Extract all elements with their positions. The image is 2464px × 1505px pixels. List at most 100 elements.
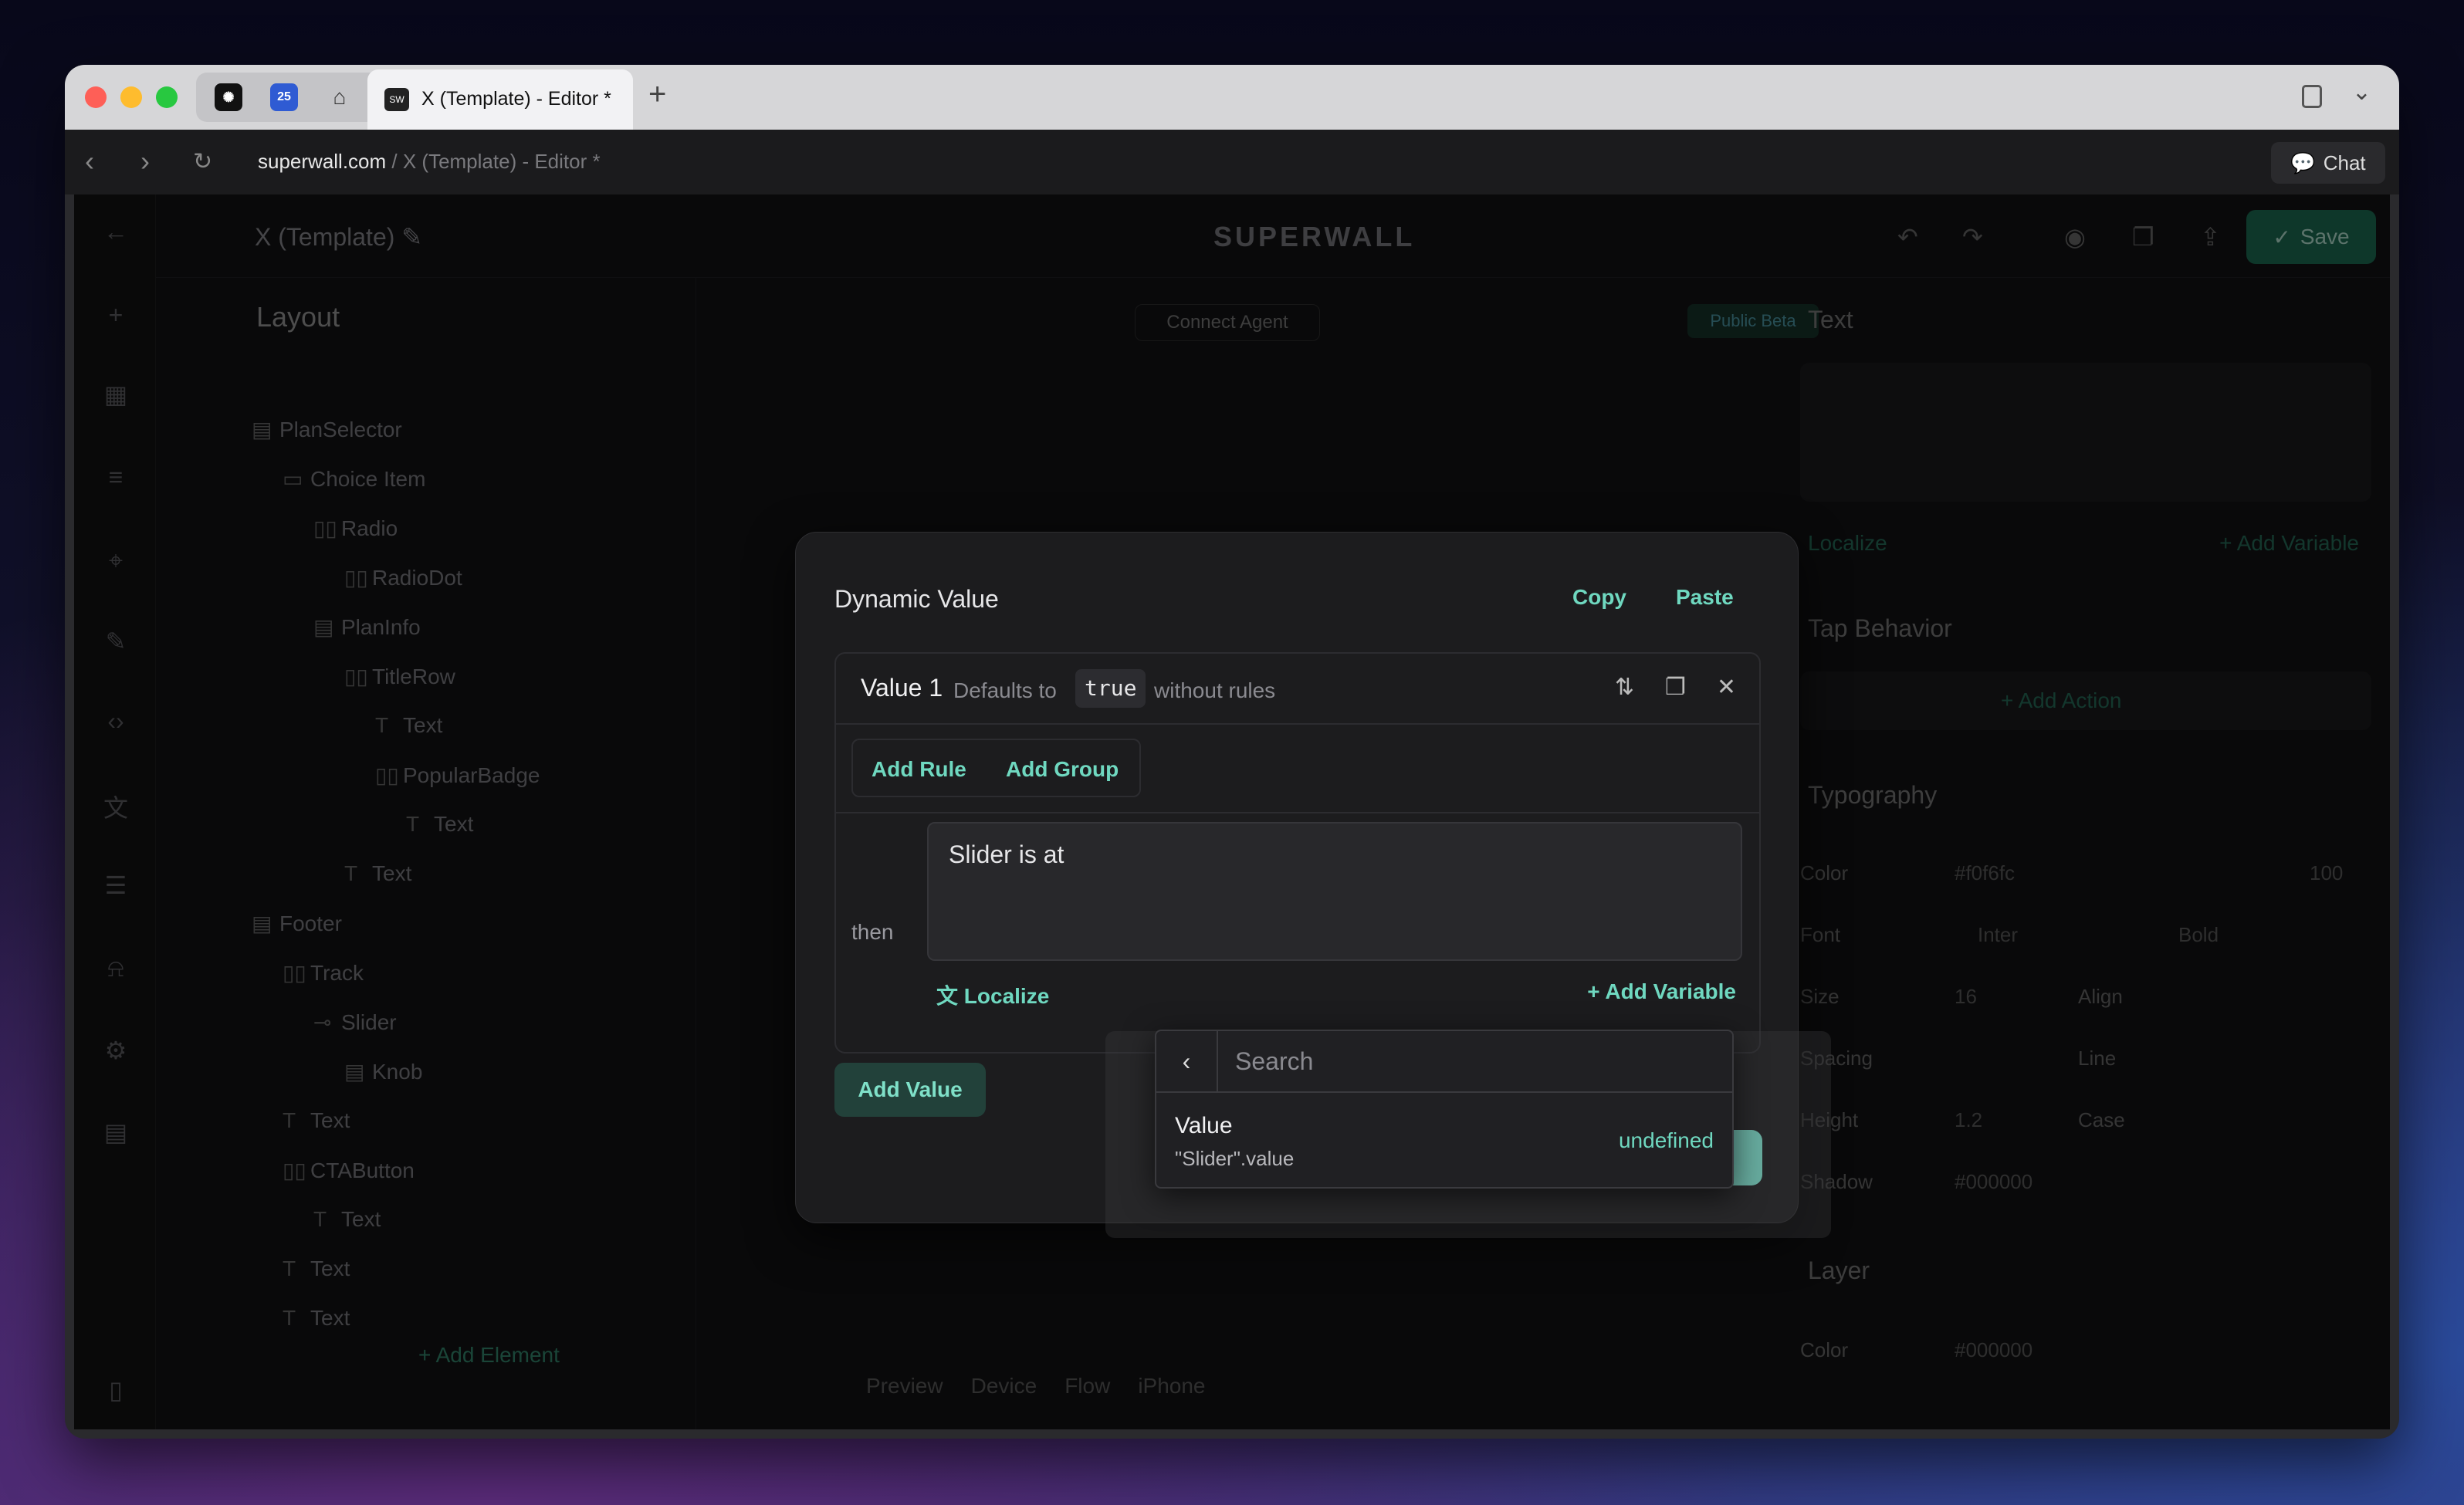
- height-value[interactable]: 1.2: [1955, 1108, 1982, 1132]
- tree-item[interactable]: ▯▯ CTAButton: [283, 1158, 415, 1183]
- new-tab-plus-icon[interactable]: +: [648, 77, 666, 112]
- copy-button[interactable]: Copy: [1572, 585, 1626, 610]
- code-icon[interactable]: ‹›: [102, 707, 130, 735]
- tree-item[interactable]: T Text: [313, 1207, 381, 1232]
- add-icon[interactable]: +: [102, 301, 130, 329]
- url-path: / X (Template) - Editor *: [386, 150, 601, 173]
- device-tab[interactable]: Device: [971, 1374, 1037, 1398]
- reorder-icon[interactable]: ⇅: [1615, 674, 1634, 701]
- checklist-icon[interactable]: ☰: [102, 871, 130, 899]
- add-element-button[interactable]: + Add Element: [418, 1343, 560, 1368]
- chat-bubble-icon: 💬: [2290, 150, 2316, 174]
- back-arrow-icon[interactable]: ‹: [85, 145, 94, 178]
- defaults-to-label: Defaults to: [953, 678, 1057, 702]
- preview-tab[interactable]: Preview: [866, 1374, 943, 1398]
- text-content-box[interactable]: [1800, 363, 2371, 502]
- variable-type: undefined: [1618, 1128, 1714, 1152]
- choice-icon: ▭: [283, 467, 303, 491]
- tree-item[interactable]: T Text: [283, 1108, 350, 1133]
- add-group-button[interactable]: Add Group: [1006, 757, 1119, 782]
- tree-item[interactable]: ▭ Choice Item: [283, 466, 425, 492]
- font-weight[interactable]: Bold: [2178, 923, 2219, 947]
- device-select[interactable]: iPhone: [1138, 1374, 1205, 1398]
- add-value-button[interactable]: Add Value: [834, 1063, 986, 1117]
- tree-item[interactable]: T Text: [344, 861, 411, 886]
- tree-item[interactable]: ⊸ Slider: [313, 1010, 397, 1035]
- redo-icon[interactable]: ↷: [1962, 222, 1983, 252]
- pencil-icon[interactable]: ✎: [401, 223, 422, 251]
- tab-overview-icon[interactable]: [2302, 85, 2322, 108]
- then-value-textarea[interactable]: Slider is at: [927, 822, 1742, 961]
- table-icon[interactable]: ▤: [102, 1118, 130, 1146]
- close-icon[interactable]: ✕: [1717, 674, 1736, 701]
- tree-item[interactable]: ▯▯ Track: [283, 960, 364, 986]
- project-title[interactable]: X (Template) ✎: [255, 222, 422, 252]
- tree-item[interactable]: ▤ Knob: [344, 1059, 422, 1084]
- tree-item[interactable]: ▤ PlanSelector: [252, 417, 402, 442]
- tree-item-label: Text: [310, 1256, 350, 1280]
- size-value[interactable]: 16: [1955, 985, 1977, 1009]
- tree-item[interactable]: T Text: [283, 1306, 350, 1331]
- pinned-tab-calendar-icon[interactable]: 25: [270, 83, 298, 111]
- tree-item[interactable]: ▯▯ PopularBadge: [375, 763, 540, 788]
- maximize-window-button[interactable]: [156, 86, 178, 108]
- back-arrow-icon[interactable]: ←: [102, 218, 130, 245]
- tree-item[interactable]: T Text: [283, 1256, 350, 1281]
- add-variable-button[interactable]: + Add Variable: [1587, 979, 1736, 1004]
- share-icon[interactable]: ⇪: [2200, 222, 2221, 252]
- chevron-left-icon[interactable]: ‹: [1156, 1031, 1218, 1093]
- connect-agent-button[interactable]: Connect Agent: [1135, 304, 1320, 341]
- paste-button[interactable]: Paste: [1676, 585, 1734, 610]
- color-opacity[interactable]: 100: [2310, 861, 2343, 885]
- pin-icon[interactable]: ✎: [102, 627, 130, 655]
- add-action-button[interactable]: + Add Action: [2001, 688, 2121, 713]
- text-icon: T: [375, 713, 389, 737]
- minimize-window-button[interactable]: [120, 86, 142, 108]
- layer-title: Layer: [1808, 1256, 1870, 1284]
- localize-link[interactable]: Localize: [1808, 531, 1887, 556]
- search-input[interactable]: [1218, 1031, 1732, 1093]
- tap-behavior-title: Tap Behavior: [1808, 614, 1952, 642]
- pinned-tab-home-icon[interactable]: ⌂: [326, 83, 354, 111]
- preview-eye-icon[interactable]: ◉: [2064, 222, 2086, 252]
- close-window-button[interactable]: [85, 86, 107, 108]
- tree-item[interactable]: T Text: [406, 812, 473, 837]
- tree-item[interactable]: T Text: [375, 713, 442, 738]
- save-button[interactable]: ✓ Save: [2246, 210, 2376, 264]
- shadow-value[interactable]: #000000: [1955, 1170, 2032, 1194]
- tree-item[interactable]: ▯▯ RadioDot: [344, 565, 462, 590]
- layout-icon[interactable]: ▦: [102, 380, 130, 408]
- gear-icon[interactable]: ⚙: [102, 1036, 130, 1064]
- tree-item[interactable]: ▤ PlanInfo: [313, 614, 421, 640]
- bell-icon[interactable]: ⍾: [102, 954, 130, 982]
- url-field[interactable]: superwall.com / X (Template) - Editor *: [258, 150, 601, 174]
- localize-button[interactable]: 文 Localize: [936, 979, 1049, 1010]
- reload-icon[interactable]: ↻: [193, 148, 212, 175]
- duplicate-icon[interactable]: ❐: [2132, 222, 2154, 252]
- list-icon[interactable]: ≡: [102, 463, 130, 491]
- value-card-actions: ⇅ ❐ ✕: [1615, 674, 1736, 701]
- layer-color-label: Color: [1800, 1338, 1849, 1361]
- variable-option[interactable]: Value "Slider".value undefined: [1156, 1093, 1732, 1189]
- tree-item[interactable]: ▯▯ TitleRow: [344, 664, 455, 689]
- tag-icon[interactable]: ⌖: [102, 546, 130, 574]
- font-value[interactable]: Inter: [1978, 923, 2018, 947]
- localize-label: Localize: [963, 984, 1050, 1008]
- color-value[interactable]: #f0f6fc: [1955, 861, 2015, 885]
- sidebar-toggle-icon[interactable]: ▯: [102, 1375, 130, 1404]
- tab-editor[interactable]: SW X (Template) - Editor *: [367, 69, 633, 130]
- forward-arrow-icon[interactable]: ›: [140, 145, 150, 178]
- tree-item[interactable]: ▯▯ Radio: [313, 516, 398, 541]
- undo-icon[interactable]: ↶: [1897, 222, 1918, 252]
- translate-icon[interactable]: 文: [102, 789, 130, 822]
- chat-button[interactable]: 💬 Chat: [2271, 142, 2385, 184]
- layer-color-value[interactable]: #000000: [1955, 1338, 2032, 1362]
- pinned-tab-openai-icon[interactable]: ✺: [215, 83, 242, 111]
- chevron-down-icon[interactable]: ⌄: [2352, 79, 2371, 106]
- add-variable-link[interactable]: + Add Variable: [2219, 531, 2359, 556]
- tree-item[interactable]: ▤ Footer: [252, 911, 342, 936]
- without-rules-label: without rules: [1154, 678, 1276, 702]
- duplicate-icon[interactable]: ❐: [1665, 674, 1686, 701]
- flow-tab[interactable]: Flow: [1064, 1374, 1110, 1398]
- add-rule-button[interactable]: Add Rule: [872, 757, 966, 782]
